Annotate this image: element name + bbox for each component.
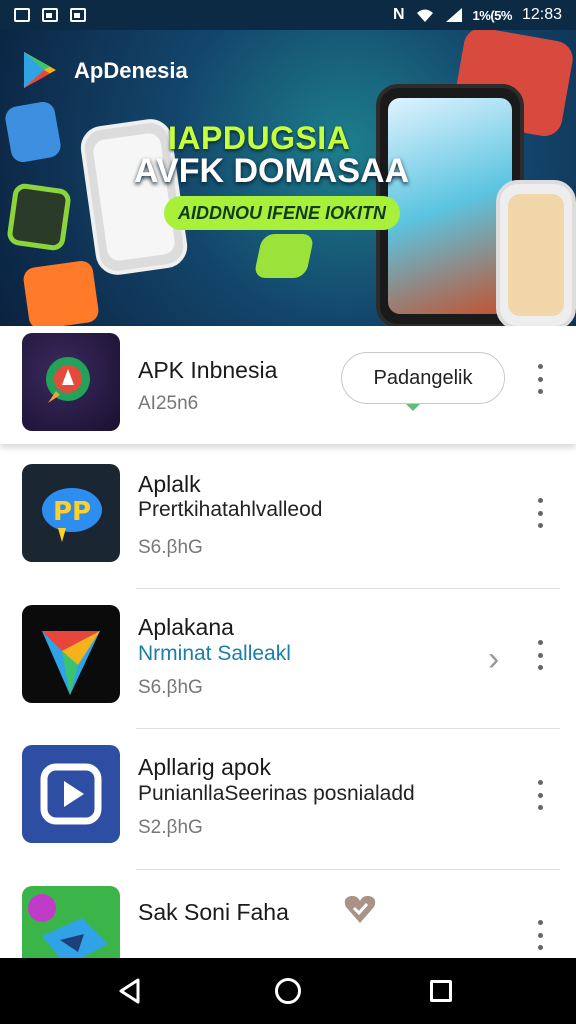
nfc-icon: N [392, 6, 405, 23]
banner-tagline: AIDDNOU IFENE IOKITN [164, 196, 401, 230]
app-title-1: Aplalk [138, 471, 201, 497]
status-left [14, 8, 86, 22]
rocket-icon [46, 357, 90, 403]
recents-icon[interactable] [430, 980, 452, 1002]
play-triangle-icon [42, 631, 100, 695]
app-title-2: Aplakana [138, 614, 234, 640]
notification-icon [14, 8, 30, 22]
message-icon [70, 8, 86, 22]
screen: N 1%(5% 12:83 ApDenesia IAPDUGSIA AVFK D… [0, 0, 576, 1024]
tile-icon-1 [3, 100, 63, 164]
back-icon[interactable] [118, 978, 142, 1004]
play-logo-icon [24, 52, 56, 88]
app-more-icon-2[interactable] [533, 640, 547, 670]
app-icon-1[interactable]: PP [22, 464, 120, 562]
app-icon-2[interactable] [22, 605, 120, 703]
app-meta-3: S2.βhG [138, 817, 203, 838]
app-subtitle-2: Nrminat Salleakl [138, 642, 291, 665]
promo-banner[interactable]: ApDenesia IAPDUGSIA AVFK DOMASAA AIDDNOU… [0, 30, 576, 326]
app-subtitle-1: Prertkihatahlvalleod [138, 498, 323, 521]
navigation-bar [0, 958, 576, 1024]
heart-icon [344, 895, 376, 923]
home-icon[interactable] [275, 978, 301, 1004]
tile-icon-2 [5, 182, 73, 252]
gallery-icon [42, 8, 58, 22]
banner-headline-2: AVFK DOMASAA [134, 152, 410, 190]
featured-more-icon[interactable] [533, 364, 547, 394]
banner-app-name: ApDenesia [74, 58, 188, 83]
chevron-right-icon[interactable]: › [488, 640, 499, 679]
app-icon-3[interactable] [22, 745, 120, 843]
pp-logo-icon: PP [42, 488, 102, 542]
battery-text: 1%(5% [472, 7, 513, 23]
app-subtitle-3: PunianllaSeerinas posnialadd [138, 782, 415, 805]
app-meta-2: S6.βhG [138, 677, 203, 698]
row-divider [136, 869, 560, 870]
status-bar: N 1%(5% 12:83 [0, 0, 576, 30]
svg-text:PP: PP [53, 497, 91, 527]
featured-app-subtitle: AI25n6 [138, 393, 199, 414]
app-title-4: Sak Soni Faha [138, 899, 289, 925]
app-meta-1: S6.βhG [138, 537, 203, 558]
row-divider [136, 588, 560, 589]
signal-icon [445, 8, 462, 22]
featured-app-title: APK Inbnesia [138, 357, 278, 383]
video-play-icon [40, 763, 102, 825]
app-title-3: Apllarig apok [138, 754, 271, 780]
wifi-icon [416, 9, 433, 22]
phone-illustration-right [496, 180, 576, 326]
status-right: N 1%(5% 12:83 [393, 6, 562, 24]
tile-icon-3 [22, 259, 100, 326]
status-time: 12:83 [521, 6, 562, 23]
row-divider [136, 728, 560, 729]
install-button[interactable]: Padangelik [341, 352, 505, 404]
app-more-icon-1[interactable] [533, 498, 547, 528]
tile-icon-4 [253, 234, 315, 278]
app-more-icon-4[interactable] [533, 920, 547, 950]
button-caret-icon [406, 404, 420, 411]
featured-app-icon[interactable] [22, 333, 120, 431]
app-more-icon-3[interactable] [533, 780, 547, 810]
